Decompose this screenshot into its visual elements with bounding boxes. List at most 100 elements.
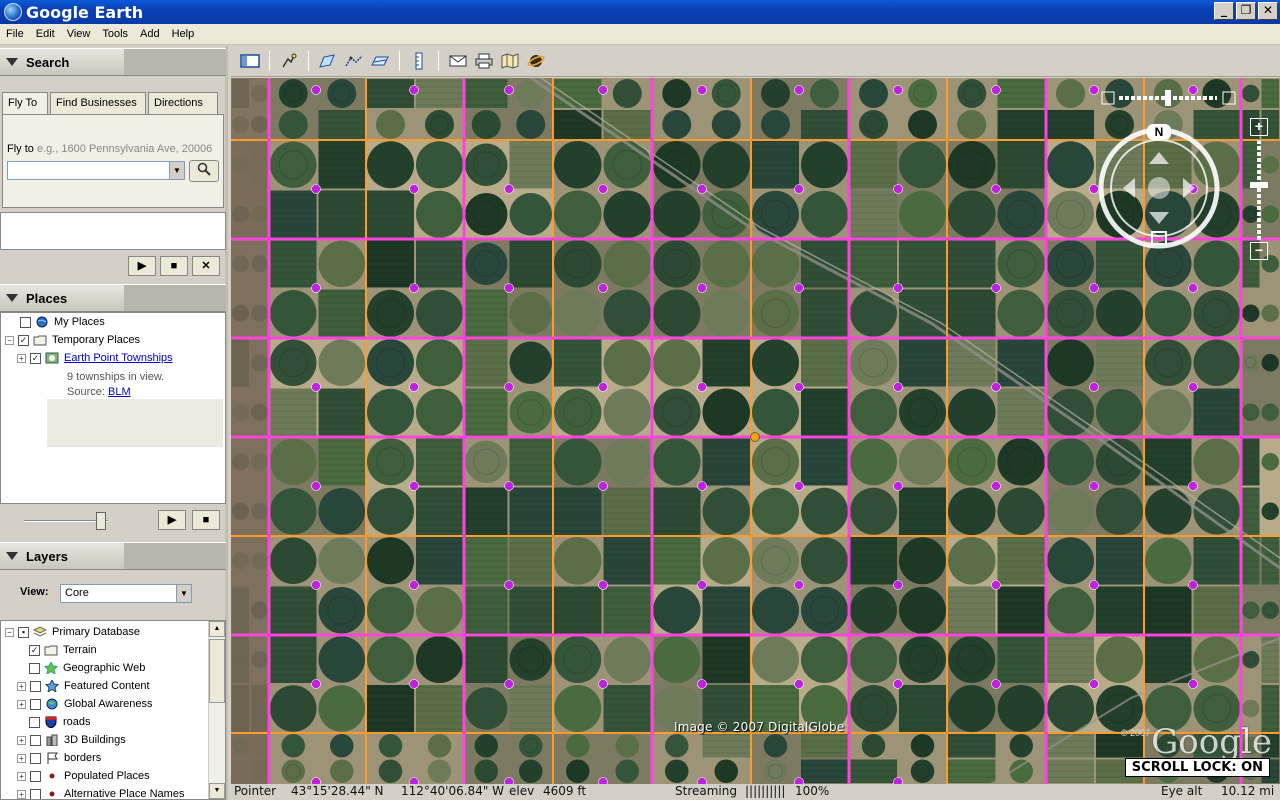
layers-panel-header[interactable]: Layers	[0, 542, 226, 570]
pan-right-icon[interactable]	[1183, 178, 1195, 198]
section-marker[interactable]	[311, 382, 321, 392]
tab-directions[interactable]: Directions	[148, 92, 218, 114]
expand-icon[interactable]: +	[17, 753, 26, 763]
section-marker[interactable]	[893, 85, 903, 95]
tree-item-earth-point-townships[interactable]: + ✓ Earth Point Townships	[17, 349, 173, 367]
section-marker[interactable]	[1188, 679, 1198, 689]
section-marker[interactable]	[697, 580, 707, 590]
add-image-overlay-button[interactable]	[369, 51, 391, 71]
section-marker[interactable]	[991, 382, 1001, 392]
collapse-icon[interactable]: −	[5, 335, 14, 345]
tab-fly-to[interactable]: Fly To	[2, 92, 48, 116]
section-marker[interactable]	[893, 679, 903, 689]
section-marker[interactable]	[1188, 283, 1198, 293]
section-marker[interactable]	[893, 481, 903, 491]
section-marker[interactable]	[598, 382, 608, 392]
section-marker[interactable]	[697, 679, 707, 689]
stop-places-button[interactable]: ■	[192, 510, 220, 530]
expand-icon[interactable]: +	[17, 681, 26, 691]
section-marker[interactable]	[697, 184, 707, 194]
places-panel-header[interactable]: Places	[0, 284, 226, 312]
checkbox[interactable]	[29, 716, 40, 728]
layers-scrollbar[interactable]: ▲ ▼	[208, 621, 225, 799]
joystick-center-icon[interactable]	[1148, 177, 1170, 199]
section-marker[interactable]	[991, 481, 1001, 491]
section-marker[interactable]	[311, 679, 321, 689]
scroll-thumb[interactable]	[209, 639, 225, 703]
section-marker[interactable]	[794, 481, 804, 491]
menu-view[interactable]: View	[61, 28, 97, 40]
section-marker[interactable]	[598, 184, 608, 194]
section-marker[interactable]	[504, 679, 514, 689]
section-marker[interactable]	[311, 85, 321, 95]
section-marker[interactable]	[794, 184, 804, 194]
section-marker[interactable]	[991, 580, 1001, 590]
flyto-dropdown-arrow-icon[interactable]: ▼	[169, 162, 184, 179]
section-marker[interactable]	[598, 679, 608, 689]
section-marker[interactable]	[311, 283, 321, 293]
section-marker[interactable]	[697, 85, 707, 95]
tab-find-businesses[interactable]: Find Businesses	[50, 92, 146, 114]
checkbox[interactable]	[30, 698, 41, 710]
section-marker[interactable]	[311, 184, 321, 194]
section-marker[interactable]	[991, 184, 1001, 194]
section-marker[interactable]	[598, 481, 608, 491]
menu-tools[interactable]: Tools	[96, 28, 134, 40]
township-corner-marker[interactable]	[750, 432, 760, 442]
section-marker[interactable]	[794, 283, 804, 293]
stop-tour-button[interactable]: ■	[160, 256, 188, 276]
sky-button[interactable]	[525, 51, 547, 71]
map-viewport[interactable]: N + − Image © 2007 DigitalGlobe © 2007 G…	[231, 78, 1280, 784]
section-marker[interactable]	[1188, 481, 1198, 491]
checkbox[interactable]: ✓	[30, 352, 41, 364]
section-marker[interactable]	[409, 184, 419, 194]
close-button[interactable]: ✕	[1258, 2, 1278, 20]
zoom-slider[interactable]: + −	[1250, 118, 1268, 262]
expand-icon[interactable]: +	[17, 789, 26, 799]
section-marker[interactable]	[794, 382, 804, 392]
tree-item-my-places[interactable]: My Places	[7, 313, 105, 331]
add-path-button[interactable]	[343, 51, 365, 71]
layer-3d-buildings[interactable]: + 3D Buildings	[17, 731, 126, 749]
checkbox[interactable]: ▪	[18, 626, 29, 638]
section-marker[interactable]	[504, 184, 514, 194]
compass-north-label[interactable]: N	[1155, 125, 1164, 139]
layer-roads[interactable]: roads	[29, 713, 91, 731]
section-marker[interactable]	[409, 283, 419, 293]
expand-icon[interactable]: +	[17, 735, 26, 745]
checkbox[interactable]	[30, 788, 41, 799]
minimize-button[interactable]: _	[1214, 2, 1234, 20]
checkbox[interactable]	[30, 770, 41, 782]
view-in-maps-button[interactable]	[499, 51, 521, 71]
section-marker[interactable]	[794, 679, 804, 689]
section-marker[interactable]	[409, 85, 419, 95]
checkbox[interactable]	[29, 662, 40, 674]
print-button[interactable]	[473, 51, 495, 71]
section-marker[interactable]	[504, 283, 514, 293]
section-marker[interactable]	[598, 85, 608, 95]
tilt-slider[interactable]	[1101, 90, 1237, 106]
section-marker[interactable]	[1089, 679, 1099, 689]
scroll-down-icon[interactable]: ▼	[209, 783, 225, 799]
section-marker[interactable]	[697, 283, 707, 293]
section-marker[interactable]	[311, 481, 321, 491]
zoom-track[interactable]	[1250, 140, 1268, 240]
section-marker[interactable]	[409, 679, 419, 689]
add-polygon-button[interactable]	[317, 51, 339, 71]
ruler-button[interactable]	[408, 51, 430, 71]
section-marker[interactable]	[1089, 580, 1099, 590]
section-marker[interactable]	[1089, 382, 1099, 392]
pan-up-icon[interactable]	[1149, 152, 1169, 164]
scroll-up-icon[interactable]: ▲	[209, 621, 225, 637]
section-marker[interactable]	[598, 580, 608, 590]
add-placemark-button[interactable]	[278, 51, 300, 71]
section-marker[interactable]	[991, 85, 1001, 95]
expand-icon[interactable]: +	[17, 353, 26, 363]
section-marker[interactable]	[409, 481, 419, 491]
flyto-input[interactable]: ▼	[7, 161, 185, 180]
section-marker[interactable]	[1188, 382, 1198, 392]
section-marker[interactable]	[1089, 481, 1099, 491]
expand-icon[interactable]: +	[17, 771, 26, 781]
tree-item-temporary-places[interactable]: − ✓ Temporary Places	[5, 331, 140, 349]
section-marker[interactable]	[504, 481, 514, 491]
